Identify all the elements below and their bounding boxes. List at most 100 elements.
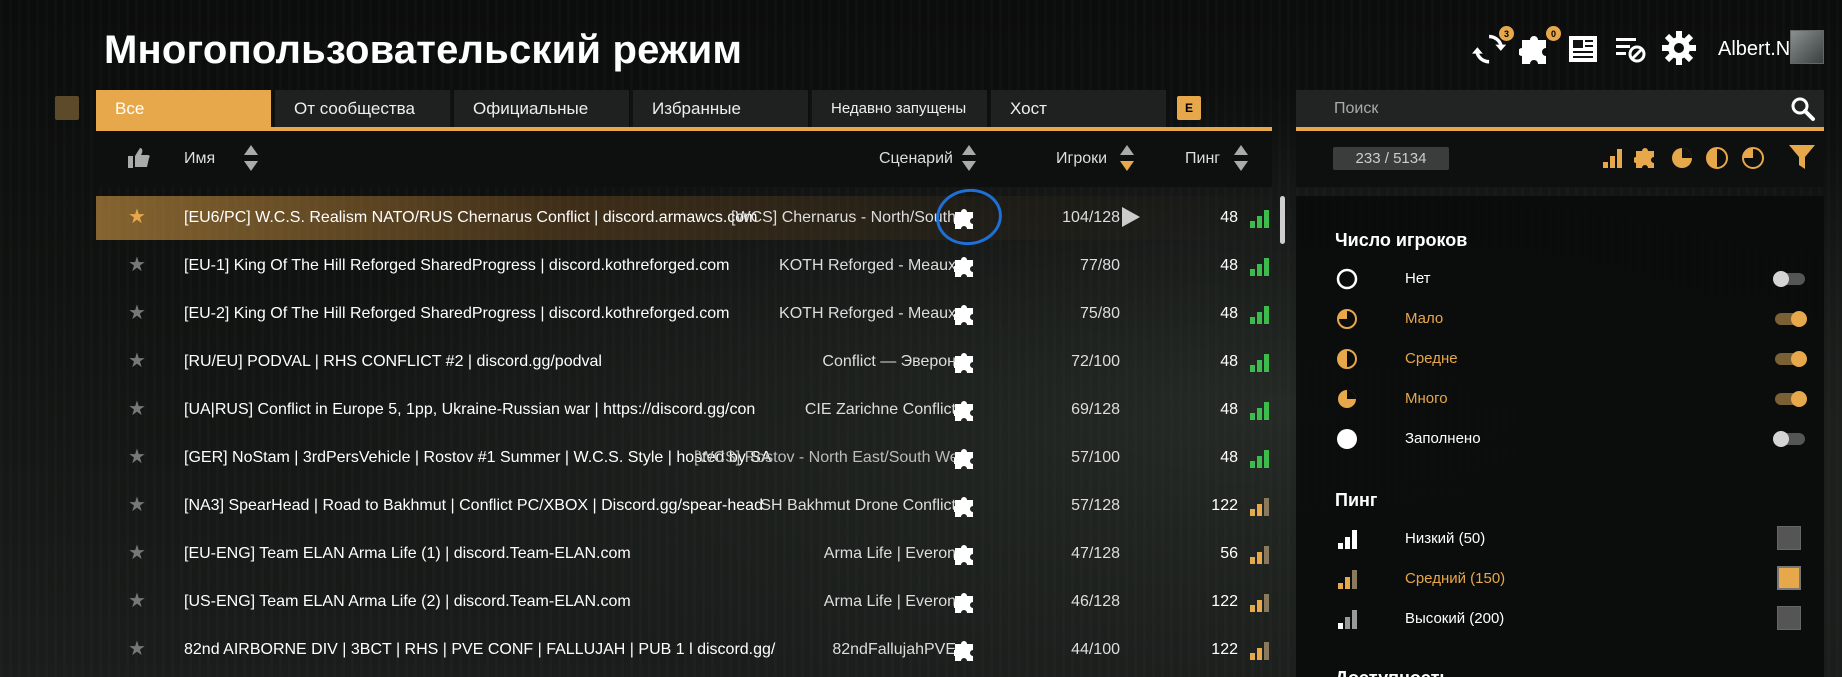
checkbox[interactable] bbox=[1777, 526, 1801, 550]
table-row[interactable]: ★ [EU-2] King Of The Hill Reforged Share… bbox=[96, 292, 1272, 336]
list-scrollbar[interactable] bbox=[1280, 196, 1285, 244]
signal-icon bbox=[1250, 302, 1272, 324]
favorite-star-icon[interactable]: ★ bbox=[128, 351, 146, 371]
players-half-filter-icon[interactable] bbox=[1705, 146, 1729, 170]
players-option-none[interactable]: Нет bbox=[1335, 265, 1805, 293]
col-ping[interactable]: Пинг bbox=[1185, 150, 1220, 168]
ping-option-high[interactable]: Высокий (200) bbox=[1335, 605, 1805, 633]
toggle-switch[interactable] bbox=[1775, 351, 1807, 367]
tab-all[interactable]: Все bbox=[96, 90, 271, 127]
server-ping: 48 bbox=[1220, 305, 1238, 322]
sort-name-icon[interactable] bbox=[244, 145, 258, 173]
table-row[interactable]: ★ [EU6/PC] W.C.S. Realism NATO/RUS Chern… bbox=[96, 196, 1272, 240]
option-label: Заполнено bbox=[1405, 430, 1481, 447]
toggle-switch[interactable] bbox=[1775, 311, 1807, 327]
checkbox[interactable] bbox=[1777, 606, 1801, 630]
players-few-filter-icon[interactable] bbox=[1741, 146, 1765, 170]
search-icon[interactable] bbox=[1790, 96, 1816, 122]
ping-option-medium[interactable]: Средний (150) bbox=[1335, 565, 1805, 593]
puzzle-badge: 0 bbox=[1546, 26, 1561, 41]
col-scenario[interactable]: Сценарий bbox=[879, 150, 953, 168]
toggle-switch[interactable] bbox=[1773, 431, 1805, 447]
table-row[interactable]: ★ [GER] NoStam | 3rdPersVehicle | Rostov… bbox=[96, 436, 1272, 480]
list-header: Имя Сценарий Игроки Пинг bbox=[96, 131, 1272, 187]
table-row[interactable]: ★ [UA|RUS] Conflict in Europe 5, 1pp, Uk… bbox=[96, 388, 1272, 432]
thumbs-up-icon[interactable] bbox=[128, 148, 150, 168]
players-option-few[interactable]: Мало bbox=[1335, 305, 1807, 333]
server-name: [UA|RUS] Conflict in Europe 5, 1pp, Ukra… bbox=[184, 401, 756, 418]
checkbox[interactable] bbox=[1777, 566, 1801, 590]
col-name[interactable]: Имя bbox=[184, 150, 215, 168]
signal-icon bbox=[1250, 350, 1272, 372]
username[interactable]: Albert.N bbox=[1718, 38, 1790, 61]
signal-icon bbox=[1250, 254, 1272, 276]
blocked-list-icon[interactable] bbox=[1611, 30, 1649, 68]
option-label: Много bbox=[1405, 390, 1448, 407]
refresh-badge: 3 bbox=[1499, 26, 1514, 41]
table-row[interactable]: ★ [US-ENG] Team ELAN Arma Life (2) | dis… bbox=[96, 580, 1272, 624]
table-row[interactable]: ★ [NA3] SpearHead | Road to Bakhmut | Co… bbox=[96, 484, 1272, 528]
table-row[interactable]: ★ 82nd AIRBORNE DIV | 3BCT | RHS | PVE C… bbox=[96, 628, 1272, 672]
ping-option-low[interactable]: Низкий (50) bbox=[1335, 525, 1805, 553]
tab-key-hint: E bbox=[1177, 96, 1201, 120]
players-option-full[interactable]: Заполнено bbox=[1335, 425, 1805, 453]
server-scenario: KOTH Reforged - Meaux bbox=[779, 305, 956, 322]
option-label: Средне bbox=[1405, 350, 1458, 367]
mods-filter-icon[interactable] bbox=[1634, 146, 1658, 170]
gear-icon[interactable] bbox=[1660, 29, 1698, 67]
signal-icon bbox=[1250, 206, 1272, 228]
table-row[interactable]: ★ [EU-1] King Of The Hill Reforged Share… bbox=[96, 244, 1272, 288]
favorite-star-icon[interactable]: ★ bbox=[128, 447, 146, 467]
server-scenario: Arma Life | Everon bbox=[823, 593, 956, 610]
favorite-star-icon[interactable]: ★ bbox=[128, 591, 146, 611]
favorite-star-icon[interactable]: ★ bbox=[128, 303, 146, 323]
toggle-switch[interactable] bbox=[1773, 271, 1805, 287]
sort-ping-icon[interactable] bbox=[1234, 145, 1248, 173]
funnel-filter-icon[interactable] bbox=[1787, 142, 1817, 172]
server-scenario: 82ndFallujahPVE bbox=[832, 641, 956, 658]
avatar[interactable] bbox=[1790, 30, 1824, 64]
signal-icon bbox=[1250, 446, 1272, 468]
tab-official[interactable]: Официальные bbox=[454, 90, 629, 127]
server-ping: 56 bbox=[1220, 545, 1238, 562]
server-players: 46/128 bbox=[1071, 593, 1120, 610]
favorite-star-icon[interactable]: ★ bbox=[128, 495, 146, 515]
sort-scenario-icon[interactable] bbox=[962, 145, 976, 173]
favorite-star-icon[interactable]: ★ bbox=[128, 255, 146, 275]
favorite-star-icon[interactable]: ★ bbox=[128, 399, 146, 419]
toggle-switch[interactable] bbox=[1775, 391, 1807, 407]
puzzle-icon[interactable]: 0 bbox=[1517, 26, 1561, 68]
tab-favorites[interactable]: Избранные bbox=[633, 90, 808, 127]
side-toggle[interactable] bbox=[55, 96, 79, 120]
favorite-star-icon[interactable]: ★ bbox=[128, 639, 146, 659]
tab-host[interactable]: Хост bbox=[991, 90, 1166, 127]
server-name: [NA3] SpearHead | Road to Bakhmut | Conf… bbox=[184, 497, 763, 514]
table-row[interactable]: ★ [EU-ENG] Team ELAN Arma Life (1) | dis… bbox=[96, 532, 1272, 576]
search-input[interactable] bbox=[1296, 90, 1766, 127]
server-scenario: KOTH Reforged - Meaux bbox=[779, 257, 956, 274]
server-players: 75/80 bbox=[1079, 305, 1120, 322]
server-ping: 48 bbox=[1220, 449, 1238, 466]
table-row[interactable]: ★ [RU/EU] PODVAL | RHS CONFLICT #2 | dis… bbox=[96, 340, 1272, 384]
col-players[interactable]: Игроки bbox=[1056, 150, 1107, 168]
signal-medium-icon bbox=[1338, 570, 1357, 589]
news-icon[interactable] bbox=[1564, 30, 1602, 68]
signal-icon bbox=[1250, 590, 1272, 612]
tab-recent[interactable]: Недавно запущены bbox=[812, 90, 987, 127]
mods-puzzle-icon bbox=[954, 641, 973, 661]
players-option-many[interactable]: Много bbox=[1335, 385, 1807, 413]
refresh-icon[interactable]: 3 bbox=[1470, 26, 1514, 68]
server-players: 47/128 bbox=[1071, 545, 1120, 562]
favorite-star-icon[interactable]: ★ bbox=[128, 543, 146, 563]
players-many-filter-icon[interactable] bbox=[1670, 146, 1694, 170]
option-label: Низкий (50) bbox=[1405, 530, 1486, 547]
favorite-star-icon[interactable]: ★ bbox=[128, 207, 146, 227]
empty-circle-icon bbox=[1336, 268, 1358, 290]
tab-community[interactable]: От сообщества bbox=[275, 90, 450, 127]
signal-low-icon bbox=[1338, 530, 1357, 549]
signal-filter-icon[interactable] bbox=[1600, 146, 1624, 170]
players-option-medium[interactable]: Средне bbox=[1335, 345, 1807, 373]
sort-players-icon[interactable] bbox=[1120, 145, 1134, 173]
option-label: Средний (150) bbox=[1405, 570, 1506, 587]
play-icon[interactable] bbox=[1122, 207, 1140, 227]
